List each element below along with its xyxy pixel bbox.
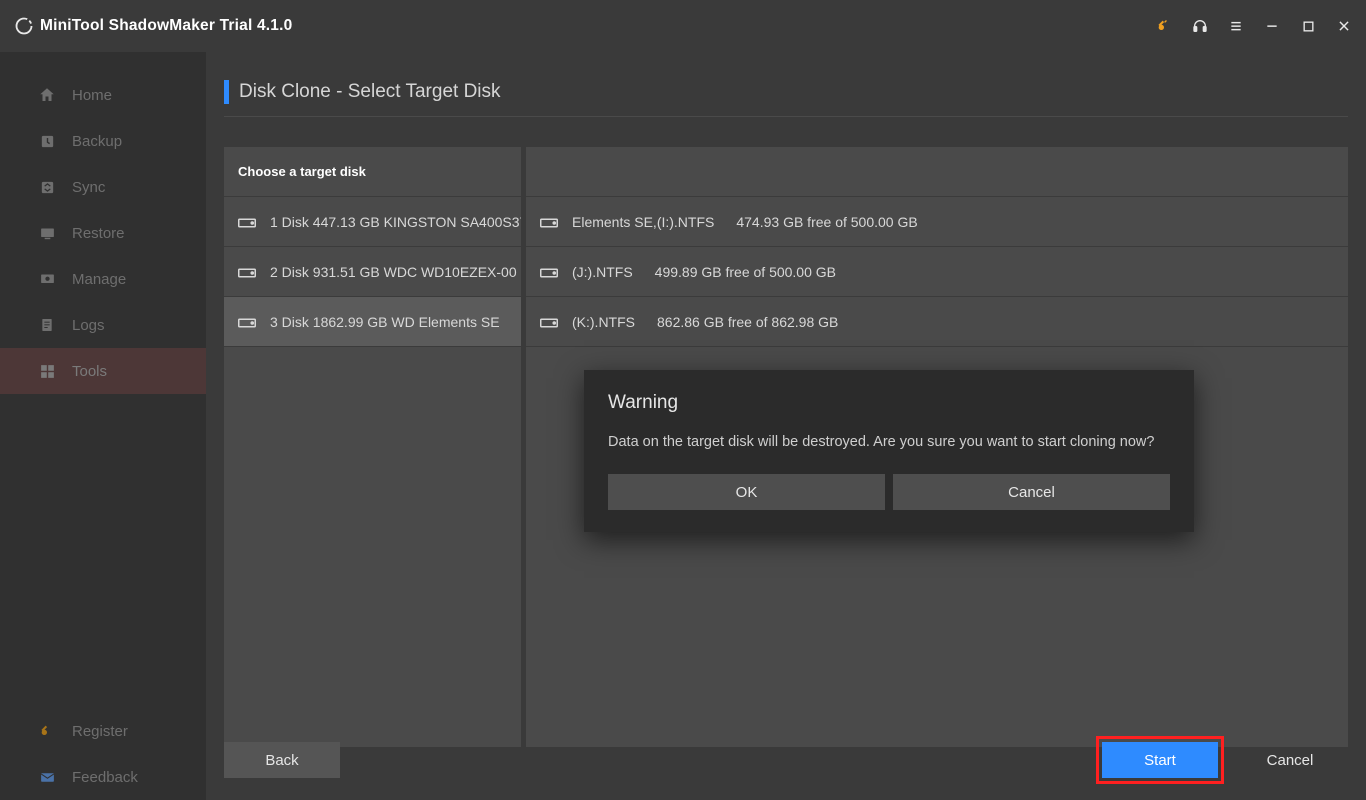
app-title: MiniTool ShadowMaker Trial 4.1.0 xyxy=(40,17,292,35)
key-icon xyxy=(38,722,56,740)
app-logo-icon xyxy=(14,16,34,36)
footer: Back Start Cancel xyxy=(224,736,1348,784)
headset-icon[interactable] xyxy=(1192,18,1208,34)
sidebar-item-manage[interactable]: Manage xyxy=(0,256,206,302)
partition-label: Elements SE,(I:).NTFS xyxy=(572,214,714,230)
partition-free: 862.86 GB free of 862.98 GB xyxy=(657,314,838,330)
tools-icon xyxy=(38,362,56,380)
partition-free: 499.89 GB free of 500.00 GB xyxy=(655,264,836,280)
partition-row[interactable]: (K:).NTFS 862.86 GB free of 862.98 GB xyxy=(526,297,1348,347)
disk-label: 3 Disk 1862.99 GB WD Elements SE xyxy=(270,314,500,330)
sidebar: Home Backup Sync Restore Manage Logs Too… xyxy=(0,52,206,800)
drive-icon xyxy=(238,266,256,278)
sidebar-label: Feedback xyxy=(72,769,138,786)
sidebar-label: Logs xyxy=(72,317,105,334)
page-title: Disk Clone - Select Target Disk xyxy=(239,81,501,103)
sidebar-item-register[interactable]: Register xyxy=(0,708,206,754)
disk-list-column: Choose a target disk 1 Disk 447.13 GB KI… xyxy=(224,147,521,747)
disk-row[interactable]: 2 Disk 931.51 GB WDC WD10EZEX-00 xyxy=(224,247,521,297)
partition-label: (K:).NTFS xyxy=(572,314,635,330)
warning-dialog: Warning Data on the target disk will be … xyxy=(584,370,1194,532)
disk-row[interactable]: 3 Disk 1862.99 GB WD Elements SE xyxy=(224,297,521,347)
start-button[interactable]: Start xyxy=(1102,742,1218,778)
sidebar-item-logs[interactable]: Logs xyxy=(0,302,206,348)
content: Disk Clone - Select Target Disk Choose a… xyxy=(206,52,1366,800)
drive-icon xyxy=(238,216,256,228)
logs-icon xyxy=(38,316,56,334)
dialog-message: Data on the target disk will be destroye… xyxy=(608,434,1170,450)
page-header: Disk Clone - Select Target Disk xyxy=(224,70,1348,117)
sidebar-label: Manage xyxy=(72,271,126,288)
dialog-cancel-button[interactable]: Cancel xyxy=(893,474,1170,510)
manage-icon xyxy=(38,270,56,288)
partition-free: 474.93 GB free of 500.00 GB xyxy=(736,214,917,230)
disk-label: 1 Disk 447.13 GB KINGSTON SA400S37 xyxy=(270,214,521,230)
sidebar-label: Home xyxy=(72,87,112,104)
header-marker xyxy=(224,80,229,104)
partition-row[interactable]: (J:).NTFS 499.89 GB free of 500.00 GB xyxy=(526,247,1348,297)
mail-icon xyxy=(38,768,56,786)
sidebar-item-feedback[interactable]: Feedback xyxy=(0,754,206,800)
drive-icon xyxy=(540,316,558,328)
partition-header xyxy=(526,147,1348,197)
disk-row[interactable]: 1 Disk 447.13 GB KINGSTON SA400S37 xyxy=(224,197,521,247)
key-icon[interactable] xyxy=(1156,18,1172,34)
start-highlight: Start xyxy=(1096,736,1224,784)
back-button[interactable]: Back xyxy=(224,742,340,778)
sidebar-item-backup[interactable]: Backup xyxy=(0,118,206,164)
drive-icon xyxy=(540,266,558,278)
cancel-button[interactable]: Cancel xyxy=(1232,742,1348,778)
home-icon xyxy=(38,86,56,104)
titlebar: MiniTool ShadowMaker Trial 4.1.0 xyxy=(0,0,1366,52)
sidebar-label: Tools xyxy=(72,363,107,380)
restore-icon xyxy=(38,224,56,242)
choose-target-label: Choose a target disk xyxy=(224,147,521,197)
drive-icon xyxy=(540,216,558,228)
sidebar-label: Restore xyxy=(72,225,125,242)
minimize-icon[interactable] xyxy=(1264,18,1280,34)
sidebar-label: Backup xyxy=(72,133,122,150)
sidebar-item-tools[interactable]: Tools xyxy=(0,348,206,394)
maximize-icon[interactable] xyxy=(1300,18,1316,34)
partition-row[interactable]: Elements SE,(I:).NTFS 474.93 GB free of … xyxy=(526,197,1348,247)
sidebar-item-sync[interactable]: Sync xyxy=(0,164,206,210)
close-icon[interactable] xyxy=(1336,18,1352,34)
dialog-title: Warning xyxy=(608,392,1170,414)
sync-icon xyxy=(38,178,56,196)
dialog-ok-button[interactable]: OK xyxy=(608,474,885,510)
disk-label: 2 Disk 931.51 GB WDC WD10EZEX-00 xyxy=(270,264,517,280)
menu-icon[interactable] xyxy=(1228,18,1244,34)
sidebar-item-home[interactable]: Home xyxy=(0,72,206,118)
sidebar-label: Sync xyxy=(72,179,105,196)
sidebar-label: Register xyxy=(72,723,128,740)
partition-label: (J:).NTFS xyxy=(572,264,633,280)
backup-icon xyxy=(38,132,56,150)
sidebar-item-restore[interactable]: Restore xyxy=(0,210,206,256)
drive-icon xyxy=(238,316,256,328)
